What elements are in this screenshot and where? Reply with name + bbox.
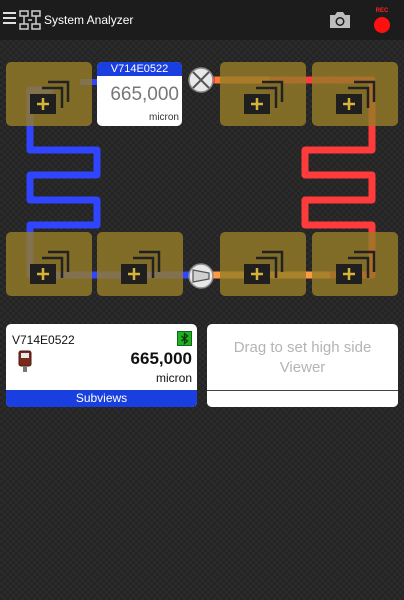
panel-unit: micron bbox=[155, 371, 192, 385]
panel-footer bbox=[207, 390, 398, 407]
drop-hint-line-2: Viewer bbox=[279, 359, 326, 376]
vacuum-gauge-device-icon bbox=[18, 350, 32, 372]
add-sensor-icon bbox=[30, 80, 70, 114]
add-sensor-tile-bottom-right-2[interactable] bbox=[312, 232, 398, 296]
add-sensor-tile-top-left[interactable] bbox=[6, 62, 92, 126]
bluetooth-glyph bbox=[181, 332, 189, 345]
add-sensor-icon bbox=[244, 250, 284, 284]
subviews-button[interactable]: Subviews bbox=[6, 390, 197, 407]
add-sensor-tile-top-right-2[interactable] bbox=[312, 62, 398, 126]
add-sensor-icon bbox=[336, 80, 376, 114]
add-sensor-tile-bottom-left-1[interactable] bbox=[6, 232, 92, 296]
panel-value: 665,000 bbox=[130, 349, 192, 368]
sensor-unit: micron bbox=[148, 112, 179, 123]
add-sensor-tile-bottom-left-2[interactable] bbox=[97, 232, 183, 296]
drop-hint-line-1: Drag to set high side bbox=[233, 339, 372, 356]
add-sensor-icon bbox=[244, 80, 284, 114]
add-sensor-tile-top-right-1[interactable] bbox=[220, 62, 306, 126]
bluetooth-icon bbox=[177, 331, 192, 346]
drop-hint: Drag to set high side Viewer bbox=[207, 338, 398, 378]
low-side-viewer-panel[interactable]: V714E0522 665,000 micron Subviews bbox=[6, 324, 197, 407]
high-side-viewer-drop-target[interactable]: Drag to set high side Viewer bbox=[207, 324, 398, 407]
sensor-value: 665,000 bbox=[110, 84, 179, 105]
sensor-reading-card[interactable]: V714E0522 665,000 micron bbox=[97, 62, 182, 126]
add-sensor-icon bbox=[121, 250, 161, 284]
sensor-id: V714E0522 bbox=[97, 62, 182, 76]
add-sensor-icon bbox=[30, 250, 70, 284]
panel-sensor-id: V714E0522 bbox=[12, 333, 75, 347]
add-sensor-icon bbox=[336, 250, 376, 284]
compressor-icon bbox=[188, 263, 214, 289]
add-sensor-tile-bottom-right-1[interactable] bbox=[220, 232, 306, 296]
expansion-valve-icon bbox=[188, 67, 214, 93]
